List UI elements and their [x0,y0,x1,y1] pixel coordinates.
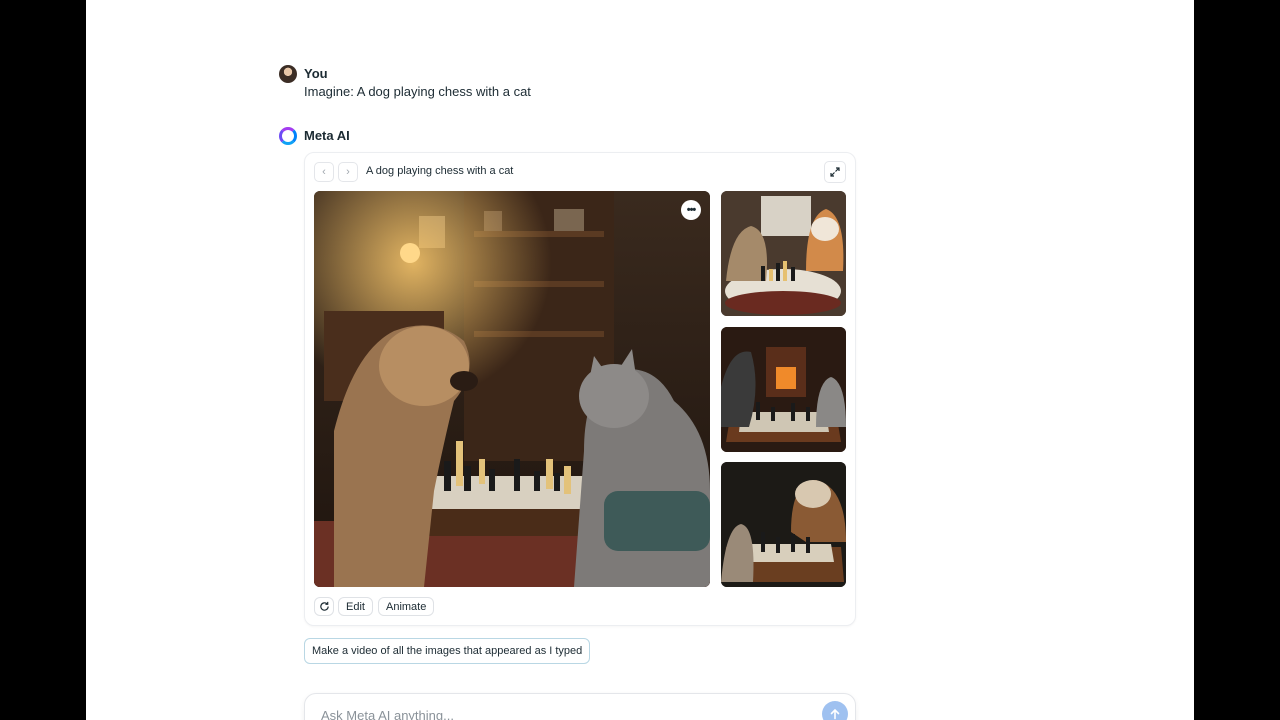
refresh-icon [319,601,329,611]
edit-button[interactable]: Edit [338,597,373,616]
message-input[interactable] [319,707,803,720]
main-generated-image[interactable]: ••• [314,191,710,587]
thumbnail-2-art [721,327,846,452]
thumbnail-image-3[interactable] [721,462,846,587]
assistant-name: Meta AI [304,128,350,143]
previous-button[interactable]: ‹ [314,162,334,182]
thumbnail-image-2[interactable] [721,327,846,452]
image-card-title: A dog playing chess with a cat [366,165,514,177]
thumbnail-image-1[interactable] [721,191,846,316]
chevron-right-icon: › [346,166,350,178]
more-options-button[interactable]: ••• [681,200,701,220]
more-options-icon: ••• [686,204,697,216]
arrow-up-icon [830,708,840,720]
animate-button[interactable]: Animate [378,597,435,616]
expand-button[interactable] [824,161,846,183]
chat-viewport: You Imagine: A dog playing chess with a … [86,0,1194,720]
thumbnail-3-art [721,462,846,587]
thumbnail-1-art [721,191,846,316]
meta-ai-ring-icon [279,127,297,145]
send-button[interactable] [822,701,848,720]
user-name: You [304,66,328,81]
chevron-left-icon: ‹ [322,166,326,178]
image-result-card: ‹ › A dog playing chess with a cat ••• E… [304,152,856,626]
message-composer [304,693,856,720]
main-image-art [314,191,710,587]
expand-icon [830,167,840,177]
user-avatar [279,65,297,83]
suggestion-chip[interactable]: Make a video of all the images that appe… [304,638,591,664]
user-message-text: Imagine: A dog playing chess with a cat [304,84,531,99]
regenerate-button[interactable] [314,597,334,616]
next-button[interactable]: › [338,162,358,182]
